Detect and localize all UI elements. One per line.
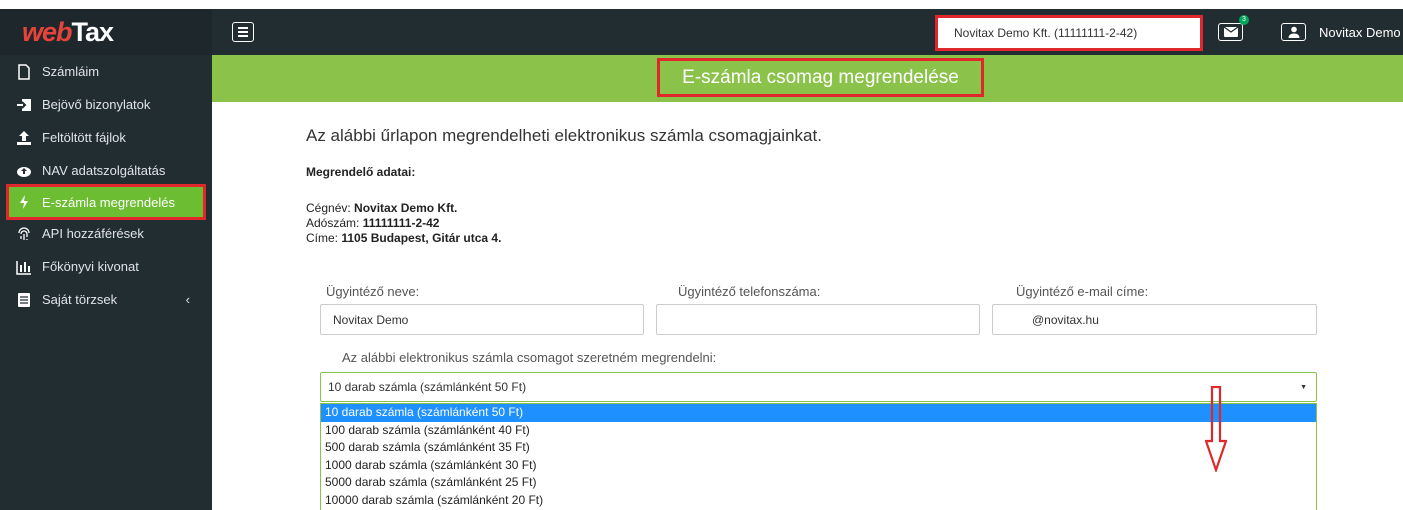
package-dropdown: 10 darab számla (számlánként 50 Ft) 100 … [320,403,1317,510]
sidebar-item-label: Számláim [42,64,100,79]
name-field[interactable]: Novitax Demo [320,304,644,335]
menu-toggle-icon[interactable] [232,22,254,42]
top-strip [0,0,1403,9]
tax-value: 11111111-2-42 [362,216,440,230]
package-label: Az alábbi elektronikus számla csomagot s… [342,350,717,365]
package-option[interactable]: 10 darab számla (számlánként 50 Ft) [321,404,1316,422]
sidebar-item-label: Főkönyvi kivonat [42,259,139,274]
package-option[interactable]: 100 darab számla (számlánként 40 Ft) [321,422,1316,440]
top-header: Novitax Demo Kft. (11111111-2-42) 3 Novi… [212,9,1403,55]
address-label: Címe: [306,231,339,245]
fingerprint-icon [14,226,34,242]
name-field-value: Novitax Demo [333,312,409,327]
file-icon [14,63,34,80]
package-select-value: 10 darab számla (számlánként 50 Ft) [328,380,527,394]
package-select[interactable]: 10 darab számla (számlánként 50 Ft) ▼ [320,372,1317,402]
company-selector-label: Novitax Demo Kft. (11111111-2-42) [954,26,1138,40]
sidebar-item-bejovo[interactable]: Bejövő bizonylatok [0,88,212,121]
package-option[interactable]: 5000 darab számla (számlánként 25 Ft) [321,474,1316,492]
sidebar-nav: Számláim Bejövő bizonylatok Feltöltött f… [0,55,212,316]
section-title: Megrendelő adatai: [306,165,416,179]
sidebar-item-label: Feltöltött fájlok [42,130,126,145]
address-info-line: Címe: 1105 Budapest, Gitár utca 4. [306,231,501,245]
notification-badge: 3 [1239,15,1249,25]
sidebar: web Tax Számláim Bejövő bizonylatok Feltö… [0,9,212,510]
company-selector[interactable]: Novitax Demo Kft. (11111111-2-42) [935,15,1203,51]
company-label: Cégnév: [306,201,351,215]
package-option[interactable]: 10000 darab számla (számlánként 20 Ft) [321,492,1316,510]
package-option[interactable]: 1000 darab számla (számlánként 30 Ft) [321,457,1316,475]
sidebar-item-fokonyvi[interactable]: Főkönyvi kivonat [0,250,212,283]
upload-icon [14,130,34,146]
title-bar: E-számla csomag megrendelése [212,55,1403,102]
page-title: E-számla csomag megrendelése [657,58,984,97]
user-name[interactable]: Novitax Demo [1319,25,1401,40]
address-value: 1105 Budapest, Gitár utca 4. [341,231,502,245]
sidebar-item-label: E-számla megrendelés [42,194,175,210]
bar-chart-icon [14,259,34,275]
sidebar-item-api[interactable]: API hozzáférések [0,217,212,250]
sidebar-item-label: NAV adatszolgáltatás [42,163,166,178]
sidebar-item-sajat[interactable]: Saját törzsek ‹ [0,283,212,316]
envelope-icon[interactable] [1218,23,1243,41]
phone-label: Ügyintéző telefonszáma: [678,284,821,299]
logo[interactable]: web Tax [0,9,212,55]
company-info-line: Cégnév: Novitax Demo Kft. [306,201,457,215]
logo-web: web [22,16,73,47]
sidebar-item-nav[interactable]: NAV adatszolgáltatás [0,154,212,187]
user-icon[interactable] [1281,23,1306,41]
email-label: Ügyintéző e-mail címe: [1016,284,1149,299]
caret-down-icon: ▼ [1300,383,1307,391]
arrow-down-icon [1205,386,1227,472]
cloud-upload-icon [14,163,34,179]
phone-field[interactable] [656,304,980,335]
sidebar-item-feltoltott[interactable]: Feltöltött fájlok [0,121,212,154]
sidebar-item-szamlaim[interactable]: Számláim [0,55,212,88]
main-content: Az alábbi űrlapon megrendelheti elektron… [212,102,1403,510]
email-field-value: @novitax.hu [1032,312,1099,327]
chevron-left-icon[interactable]: ‹ [186,292,190,307]
company-value: Novitax Demo Kft. [354,201,458,215]
sidebar-item-label: Saját törzsek [42,292,118,307]
sidebar-item-label: Bejövő bizonylatok [42,97,151,112]
sidebar-item-eszamla[interactable]: E-számla megrendelés [6,184,206,220]
intro-text: Az alábbi űrlapon megrendelheti elektron… [306,126,822,145]
email-field[interactable]: @novitax.hu [992,304,1317,335]
package-option[interactable]: 500 darab számla (számlánként 35 Ft) [321,439,1316,457]
tax-label: Adószám: [306,216,360,230]
sidebar-item-label: API hozzáférések [42,226,144,241]
sign-in-icon [14,97,34,113]
logo-tax: Tax [71,16,115,47]
book-icon [14,292,34,308]
tax-info-line: Adószám: 11111111-2-42 [306,216,439,230]
name-label: Ügyintéző neve: [326,284,420,299]
bolt-icon [14,194,34,210]
